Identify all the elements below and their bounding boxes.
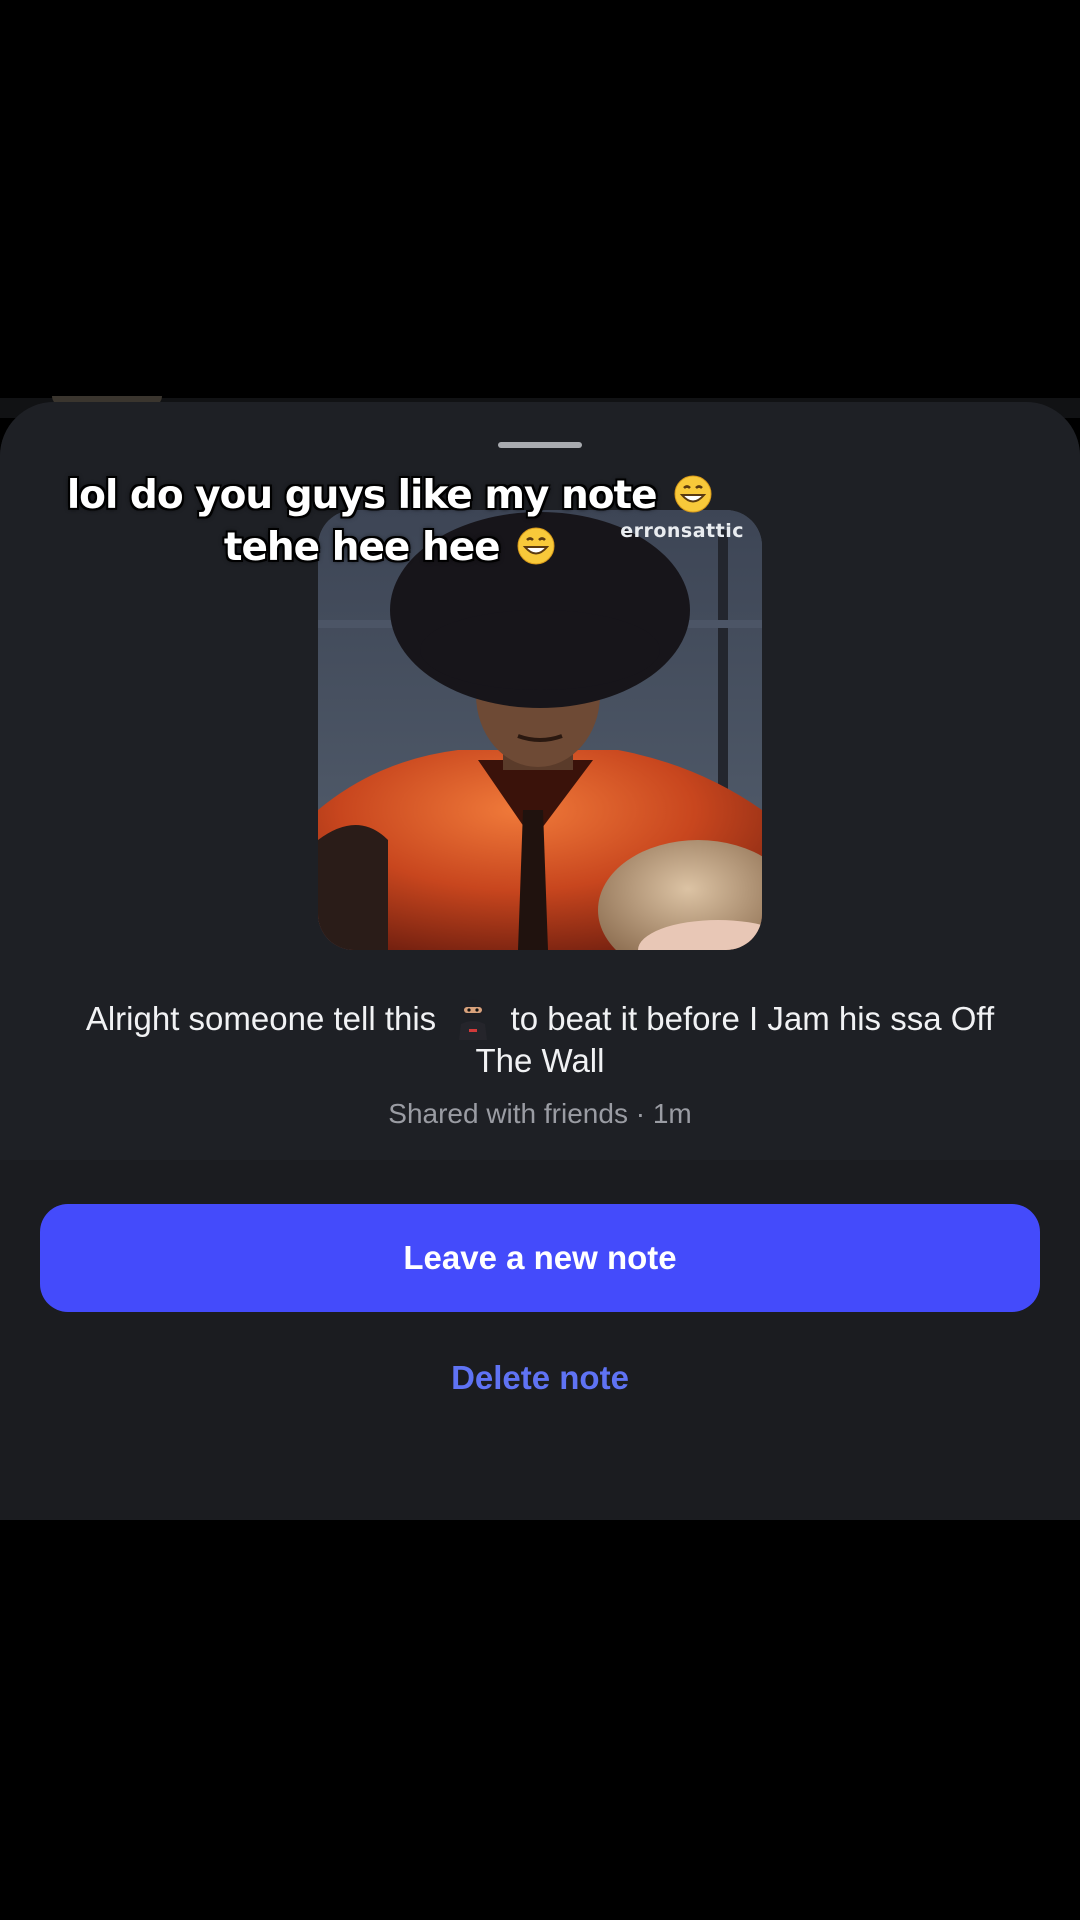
caption-line-1-text: lol do you guys like my note <box>66 473 658 518</box>
bottom-letterbox <box>0 1520 1080 1920</box>
screen: erronsattic Alright someone tell this to… <box>0 0 1080 1920</box>
note-meta: Shared with friends · 1m <box>388 1098 692 1129</box>
note-text-end: to beat it before I Jam his ssa Off The … <box>475 1000 995 1079</box>
video-caption-overlay: lol do you guys like my note tehe hee he… <box>40 470 740 574</box>
caption-line-1: lol do you guys like my note <box>40 470 740 522</box>
grinning-face-icon <box>674 475 712 513</box>
grinning-face-icon <box>517 527 555 565</box>
top-letterbox <box>0 0 1080 398</box>
caption-line-2: tehe hee hee <box>40 522 740 574</box>
leave-new-note-button[interactable]: Leave a new note <box>40 1204 1040 1312</box>
caption-line-2-text: tehe hee hee <box>223 525 501 570</box>
ninja-icon <box>459 999 488 1040</box>
delete-note-button[interactable]: Delete note <box>340 1346 740 1410</box>
note-text: Alright someone tell this to beat it bef… <box>60 996 1020 1082</box>
sheet-grab-handle[interactable] <box>498 442 582 448</box>
note-gif: erronsattic <box>318 510 762 950</box>
gif-image <box>318 510 762 950</box>
note-text-start: Alright someone tell this <box>85 1000 437 1037</box>
